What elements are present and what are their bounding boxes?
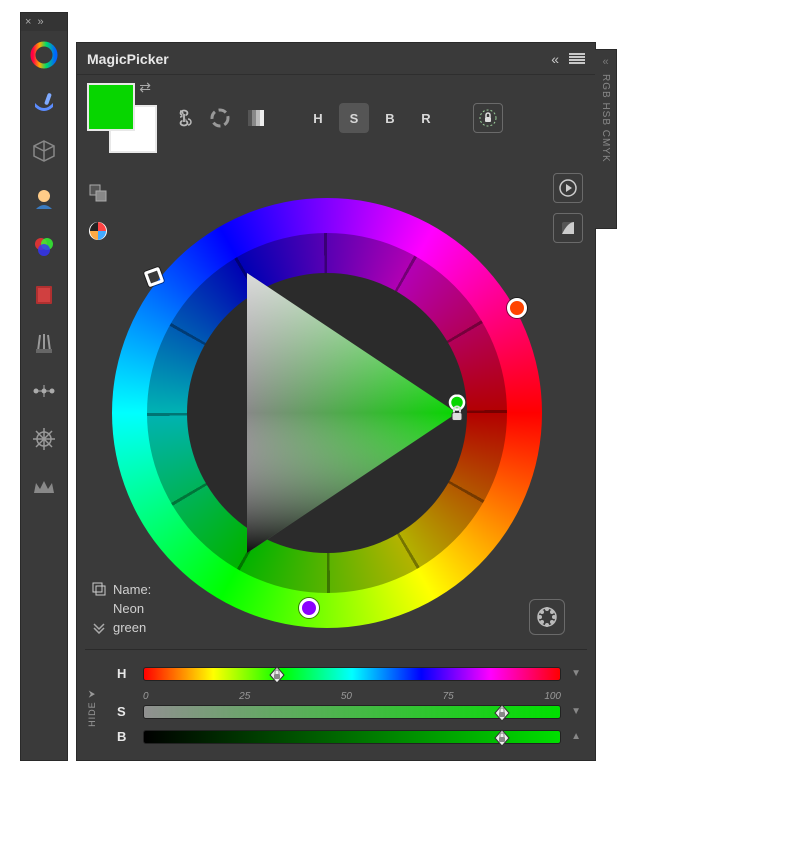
menu-icon[interactable] — [569, 53, 585, 65]
slider-thumb-b[interactable] — [494, 729, 510, 747]
color-name-block: Name: Neon green — [91, 581, 151, 635]
slider-thumb-h[interactable] — [269, 666, 285, 684]
hsb-sliders: HIDE ⮟ H ▼ 0 25 50 75 100 S — [77, 656, 595, 760]
slider-row-b: B ▲ — [117, 729, 581, 744]
mode-b-button[interactable]: B — [375, 103, 405, 133]
tool-helm[interactable] — [22, 417, 66, 461]
sv-triangle[interactable] — [177, 263, 477, 563]
slider-s-down-icon[interactable]: ▼ — [571, 706, 581, 717]
tool-book[interactable] — [22, 273, 66, 317]
slider-ticks: 0 25 50 75 100 — [143, 691, 561, 702]
complement-marker-1[interactable] — [507, 298, 527, 318]
slider-row-s: S ▼ — [117, 704, 581, 719]
panel-title: MagicPicker — [87, 51, 169, 67]
color-wheel-area: Name: Neon green — [77, 163, 577, 643]
tool-portrait[interactable] — [22, 177, 66, 221]
tool-colorwheel[interactable] — [22, 33, 66, 77]
expand-icon[interactable]: » — [37, 16, 43, 28]
top-toolbar: ⇄ H S B R — [77, 75, 595, 153]
slider-thumb-s[interactable] — [494, 704, 510, 722]
slider-h-down-icon[interactable]: ▼ — [571, 668, 581, 679]
tool-mortar[interactable] — [22, 81, 66, 125]
tool-brushes[interactable] — [22, 321, 66, 365]
loading-mode-button[interactable] — [205, 103, 235, 133]
color-name-value-1: Neon — [113, 601, 144, 616]
tool-3d[interactable] — [22, 129, 66, 173]
mode-strip: « RGB HSB CMYK — [595, 49, 617, 229]
slider-track-s[interactable] — [143, 705, 561, 719]
close-icon[interactable]: × — [25, 16, 31, 28]
mode-r-button[interactable]: R — [411, 103, 441, 133]
color-name-label: Name: — [113, 582, 151, 597]
hide-label[interactable]: HIDE ⮟ — [87, 689, 97, 727]
copy-icon[interactable] — [91, 581, 107, 597]
mode-s-button[interactable]: S — [339, 103, 369, 133]
magicpicker-panel: « RGB HSB CMYK MagicPicker « ⇄ — [76, 42, 596, 761]
slider-label-b: B — [117, 729, 133, 744]
plugin-toolstrip: × » — [20, 12, 68, 761]
color-swatches[interactable]: ⇄ — [87, 83, 157, 153]
tool-rgb[interactable] — [22, 225, 66, 269]
collapse-icon[interactable]: « — [551, 51, 559, 67]
slider-track-b[interactable] — [143, 730, 561, 744]
slider-b-up-icon[interactable]: ▲ — [571, 731, 581, 742]
tool-crown[interactable] — [22, 465, 66, 509]
chevron-down-icon[interactable] — [91, 622, 107, 634]
slider-track-h[interactable] — [143, 667, 561, 681]
mode-expand-icon[interactable]: « — [602, 56, 608, 68]
slider-label-s: S — [117, 704, 133, 719]
slider-row-h: H ▼ — [117, 666, 581, 681]
grayscale-button[interactable] — [241, 103, 271, 133]
tool-pen[interactable] — [22, 369, 66, 413]
slider-label-h: H — [117, 666, 133, 681]
complement-marker-2[interactable] — [299, 598, 319, 618]
divider — [85, 649, 587, 650]
gamut-lock-button[interactable] — [473, 103, 503, 133]
toolstrip-header: × » — [21, 13, 67, 31]
color-name-value-2: green — [113, 620, 146, 635]
swap-icon[interactable]: ⇄ — [139, 79, 151, 96]
harmony-button[interactable] — [529, 599, 565, 635]
titlebar: MagicPicker « — [77, 43, 595, 75]
sv-pick-marker[interactable] — [445, 395, 469, 428]
link-toggle[interactable] — [169, 103, 199, 133]
mode-h-button[interactable]: H — [303, 103, 333, 133]
mode-strip-label[interactable]: RGB HSB CMYK — [600, 74, 611, 163]
swatch-foreground[interactable] — [87, 83, 135, 131]
